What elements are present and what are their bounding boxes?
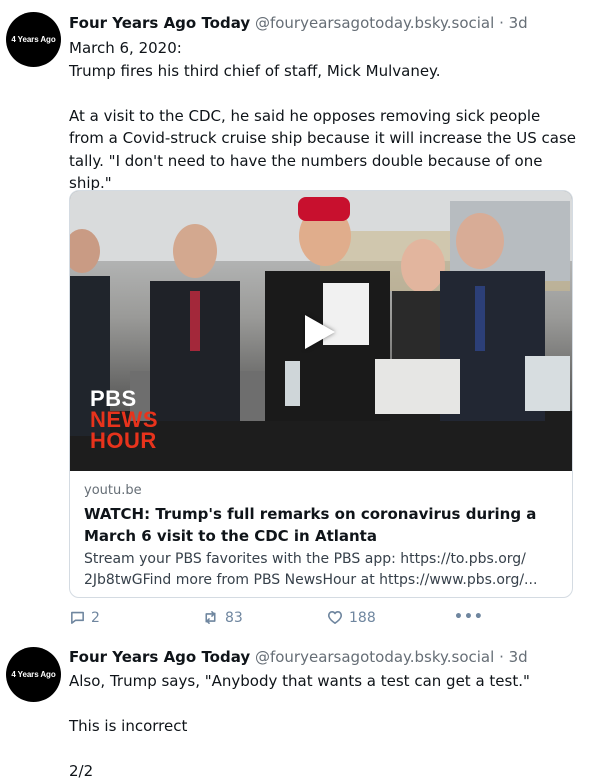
- card-domain: youtu.be: [84, 483, 142, 498]
- reply-count: 2: [91, 609, 100, 626]
- link-card[interactable]: PBS NEWS HOUR youtu.be WATCH: Trump's fu…: [69, 190, 573, 598]
- repost-button[interactable]: 83: [201, 609, 243, 626]
- post-1[interactable]: 4 Years Ago Four Years Ago Today @fourye…: [0, 0, 590, 640]
- avatar[interactable]: 4 Years Ago: [6, 647, 61, 702]
- timestamp[interactable]: 3d: [509, 648, 528, 666]
- reply-button[interactable]: 2: [69, 609, 100, 626]
- post-2[interactable]: 4 Years Ago Four Years Ago Today @fourye…: [0, 640, 590, 780]
- more-options-button[interactable]: •••: [454, 609, 484, 625]
- reply-icon: [71, 611, 84, 624]
- post-text: Also, Trump says, "Anybody that wants a …: [69, 672, 530, 780]
- avatar[interactable]: 4 Years Ago: [6, 12, 61, 67]
- card-description: Stream your PBS favorites with the PBS a…: [84, 549, 564, 591]
- timestamp[interactable]: 3d: [509, 14, 528, 32]
- more-icon: •••: [454, 609, 484, 625]
- repost-count: 83: [225, 609, 243, 626]
- post-actions: 2 83 188 •••: [69, 609, 489, 629]
- like-button[interactable]: 188: [326, 609, 376, 626]
- video-thumbnail[interactable]: PBS NEWS HOUR: [70, 191, 572, 471]
- author-handle[interactable]: @fouryearsagotoday.bsky.social: [255, 14, 494, 32]
- play-icon[interactable]: [305, 315, 335, 349]
- card-title[interactable]: WATCH: Trump's full remarks on coronavir…: [84, 503, 564, 547]
- author-handle[interactable]: @fouryearsagotoday.bsky.social: [255, 648, 494, 666]
- separator: ·: [499, 648, 504, 666]
- author-name[interactable]: Four Years Ago Today: [69, 648, 250, 666]
- author-name[interactable]: Four Years Ago Today: [69, 14, 250, 32]
- card-description-line-2: 2Jb8twGFind more from PBS NewsHour at ht…: [84, 572, 538, 588]
- heart-icon: [328, 611, 342, 624]
- card-description-line-1: Stream your PBS favorites with the PBS a…: [84, 551, 526, 567]
- separator: ·: [499, 14, 504, 32]
- post-header: Four Years Ago Today @fouryearsagotoday.…: [69, 14, 528, 32]
- like-count: 188: [349, 609, 376, 626]
- pbs-newshour-logo: PBS NEWS HOUR: [90, 386, 158, 453]
- post-header: Four Years Ago Today @fouryearsagotoday.…: [69, 648, 528, 666]
- repost-icon: [205, 611, 216, 624]
